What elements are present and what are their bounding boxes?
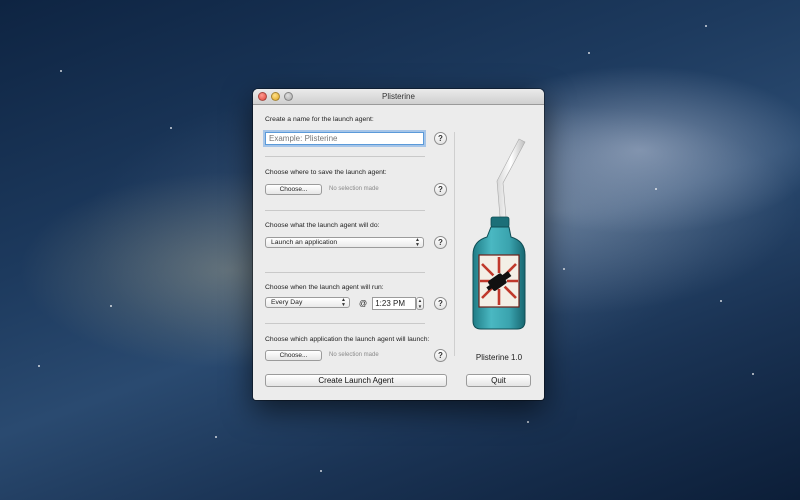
time-stepper[interactable]: ▲ ▼ bbox=[416, 297, 424, 310]
close-icon[interactable] bbox=[258, 92, 267, 101]
save-location-status: No selection made bbox=[329, 186, 379, 192]
divider bbox=[265, 323, 425, 324]
help-icon[interactable]: ? bbox=[434, 349, 447, 362]
updown-arrows-icon: ▲ ▼ bbox=[415, 237, 420, 248]
help-icon[interactable]: ? bbox=[434, 132, 447, 145]
title-bar[interactable]: Plisterine bbox=[253, 89, 544, 105]
version-label: Plisterine 1.0 bbox=[475, 353, 523, 362]
divider bbox=[265, 156, 425, 157]
create-launch-agent-button[interactable]: Create Launch Agent bbox=[265, 374, 447, 387]
choose-application-button[interactable]: Choose... bbox=[265, 350, 322, 361]
schedule-label: Choose when the launch agent will run: bbox=[265, 284, 384, 291]
window-title: Plisterine bbox=[382, 92, 415, 101]
action-popup[interactable]: Launch an application ▲ ▼ bbox=[265, 237, 424, 248]
agent-name-input[interactable] bbox=[265, 132, 424, 145]
main-panel: Create a name for the launch agent: ? Ch… bbox=[253, 106, 544, 400]
at-symbol: @ bbox=[359, 299, 368, 308]
plisterine-window: Plisterine Create a name for the launch … bbox=[253, 89, 544, 400]
zoom-icon[interactable] bbox=[284, 92, 293, 101]
time-field[interactable]: 1:23 PM bbox=[372, 297, 416, 310]
help-icon[interactable]: ? bbox=[434, 297, 447, 310]
application-label: Choose which application the launch agen… bbox=[265, 336, 430, 343]
action-label: Choose what the launch agent will do: bbox=[265, 222, 380, 229]
save-location-label: Choose where to save the launch agent: bbox=[265, 169, 387, 176]
help-icon[interactable]: ? bbox=[434, 236, 447, 249]
minimize-icon[interactable] bbox=[271, 92, 280, 101]
divider bbox=[265, 210, 425, 211]
help-icon[interactable]: ? bbox=[434, 183, 447, 196]
quit-button[interactable]: Quit bbox=[466, 374, 531, 387]
vertical-divider bbox=[454, 132, 455, 356]
choose-save-location-button[interactable]: Choose... bbox=[265, 184, 322, 195]
updown-arrows-icon: ▲ ▼ bbox=[341, 297, 346, 308]
application-status: No selection made bbox=[329, 352, 379, 358]
plisterine-bottle-icon bbox=[472, 138, 526, 330]
name-label: Create a name for the launch agent: bbox=[265, 116, 374, 123]
frequency-popup[interactable]: Every Day ▲ ▼ bbox=[265, 297, 350, 308]
divider bbox=[265, 272, 425, 273]
